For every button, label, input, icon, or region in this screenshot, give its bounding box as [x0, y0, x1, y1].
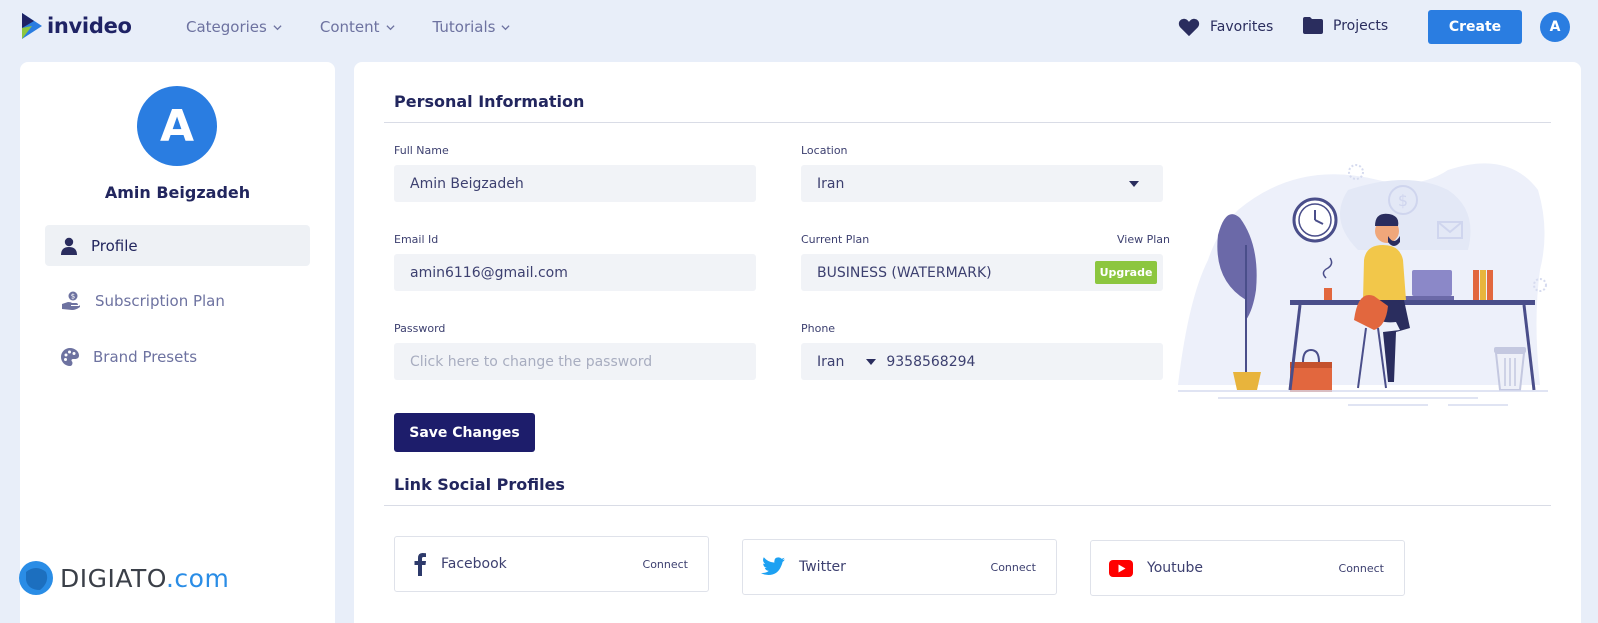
favorites-link[interactable]: Favorites	[1178, 17, 1273, 37]
digiato-watermark: DIGIATO.com	[18, 560, 229, 596]
divider	[384, 505, 1551, 506]
profile-sidebar: A Amin Beigzadeh Profile $ Subscription …	[20, 62, 335, 623]
sidebar-item-profile[interactable]: Profile	[45, 225, 310, 266]
caret-down-icon	[1129, 181, 1139, 187]
brand-logo[interactable]: invideo	[20, 11, 132, 41]
current-plan-label: Current Plan	[801, 233, 870, 246]
email-field[interactable]: amin6116@gmail.com	[394, 254, 756, 291]
nav-categories[interactable]: Categories	[186, 18, 282, 36]
social-profiles-title: Link Social Profiles	[394, 475, 565, 494]
facebook-connect-button[interactable]: Connect	[643, 558, 688, 571]
profile-avatar: A	[137, 86, 217, 166]
location-label: Location	[801, 144, 848, 157]
phone-field[interactable]: Iran 9358568294	[801, 343, 1163, 380]
user-avatar[interactable]: A	[1540, 12, 1570, 42]
digiato-watermark-text: DIGIATO.com	[60, 564, 229, 593]
folder-icon	[1303, 17, 1323, 34]
brand-name: invideo	[47, 14, 132, 38]
heart-icon	[1178, 18, 1200, 37]
youtube-connect-button[interactable]: Connect	[1339, 562, 1384, 575]
create-button[interactable]: Create	[1428, 10, 1522, 44]
facebook-icon	[414, 553, 426, 576]
phone-number[interactable]: 9358568294	[886, 354, 975, 370]
current-plan-field: BUSINESS (WATERMARK) Upgrade	[801, 254, 1163, 291]
projects-link[interactable]: Projects	[1303, 17, 1388, 34]
digiato-logo-icon	[19, 561, 53, 595]
subscription-icon: $	[62, 291, 80, 310]
favorites-label: Favorites	[1210, 19, 1274, 35]
chevron-down-icon	[501, 24, 511, 30]
profile-user-name: Amin Beigzadeh	[104, 183, 251, 202]
invideo-logo-icon	[22, 13, 42, 39]
watermark-text-b: .com	[165, 563, 230, 593]
sidebar-item-label: Brand Presets	[93, 347, 198, 366]
facebook-label: Facebook	[441, 556, 507, 572]
personal-info-title: Personal Information	[394, 92, 585, 111]
watermark-text-a: DIGIATO	[60, 563, 166, 593]
projects-label: Projects	[1333, 17, 1389, 34]
sidebar-item-label: Profile	[91, 236, 138, 255]
youtube-icon	[1109, 559, 1133, 577]
chevron-down-icon	[385, 24, 395, 30]
view-plan-link[interactable]: View Plan	[1117, 233, 1170, 246]
current-plan-value: BUSINESS (WATERMARK)	[817, 264, 992, 281]
full-name-label: Full Name	[394, 144, 449, 157]
svg-text:$: $	[1398, 191, 1408, 210]
nav-categories-label: Categories	[186, 18, 267, 36]
twitter-label: Twitter	[799, 559, 846, 575]
password-field[interactable]: Click here to change the password	[394, 343, 756, 380]
palette-icon	[61, 347, 79, 366]
nav-content[interactable]: Content	[320, 18, 395, 36]
twitter-connect-button[interactable]: Connect	[991, 561, 1036, 574]
sidebar-item-brand-presets[interactable]: Brand Presets	[45, 336, 310, 377]
nav-menu: Categories Content Tutorials	[186, 18, 548, 36]
password-label: Password	[394, 322, 446, 335]
divider	[384, 122, 1551, 123]
chevron-down-icon	[273, 24, 282, 30]
top-navigation: invideo Categories Content Tutorials Fav…	[0, 0, 1598, 56]
caret-down-icon	[866, 358, 877, 365]
location-value: Iran	[817, 175, 845, 192]
nav-tutorials[interactable]: Tutorials	[433, 18, 511, 36]
sidebar-item-label: Subscription Plan	[95, 291, 225, 310]
social-card-facebook: Facebook Connect	[394, 536, 709, 592]
social-card-twitter: Twitter Connect	[742, 539, 1057, 595]
profile-main-panel: Personal Information Full Name Amin Beig…	[354, 62, 1581, 623]
youtube-label: Youtube	[1147, 560, 1203, 576]
twitter-icon	[761, 557, 785, 575]
save-changes-button[interactable]: Save Changes	[394, 413, 535, 452]
nav-tutorials-label: Tutorials	[432, 18, 496, 36]
phone-country-select[interactable]: Iran	[817, 354, 886, 370]
user-icon	[61, 237, 77, 255]
email-label: Email Id	[394, 233, 439, 246]
full-name-field[interactable]: Amin Beigzadeh	[394, 165, 756, 202]
nav-content-label: Content	[319, 18, 380, 36]
upgrade-button[interactable]: Upgrade	[1095, 261, 1157, 284]
workspace-illustration: $	[1178, 163, 1548, 406]
svg-text:$: $	[71, 292, 75, 300]
social-card-youtube: Youtube Connect	[1090, 540, 1405, 596]
location-select[interactable]: Iran	[801, 165, 1163, 202]
phone-label: Phone	[801, 322, 836, 335]
sidebar-item-subscription-plan[interactable]: $ Subscription Plan	[45, 280, 310, 321]
phone-country-value: Iran	[817, 353, 845, 370]
